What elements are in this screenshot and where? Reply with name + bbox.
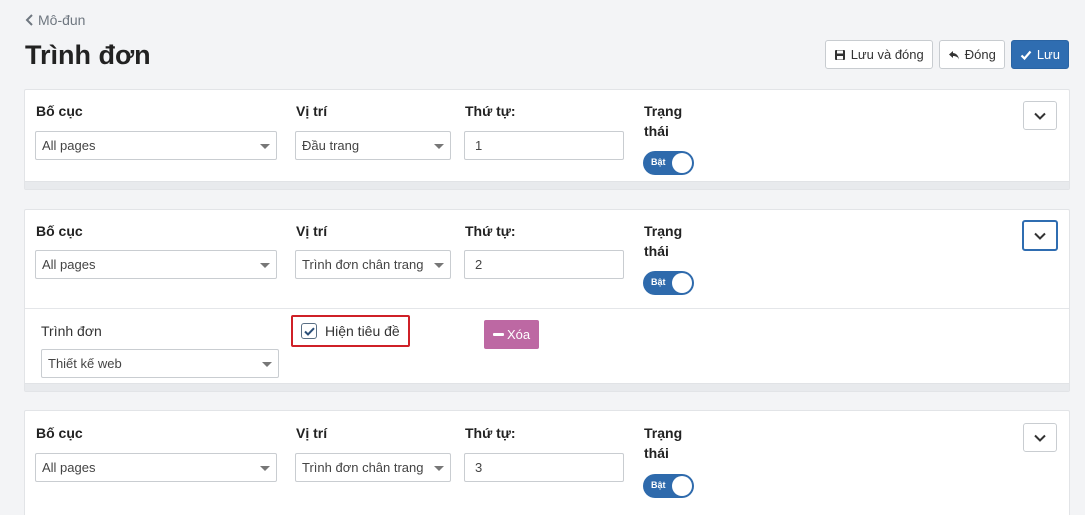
save-and-close-button[interactable]: Lưu và đóng <box>824 40 933 69</box>
order-input[interactable]: 1 <box>464 131 624 160</box>
panel-footer <box>25 383 1069 391</box>
panel-divider <box>25 308 1069 309</box>
order-input-value: 1 <box>475 138 483 153</box>
status-label-line1: Trạng <box>644 425 683 441</box>
status-label-line2: thái <box>644 243 669 259</box>
save-label: Lưu <box>1036 47 1060 62</box>
chevron-down-icon <box>1034 434 1046 442</box>
delete-label: Xóa <box>507 327 531 342</box>
show-title-label: Hiện tiêu đề <box>325 323 400 339</box>
chevron-down-icon <box>1034 232 1046 240</box>
panel-footer <box>25 181 1069 189</box>
status-toggle-label: Bật <box>651 480 666 490</box>
show-title-checkbox[interactable]: Hiện tiêu đề <box>291 315 410 347</box>
caret-down-icon <box>434 263 444 268</box>
toggle-knob <box>672 273 692 293</box>
delete-button[interactable]: Xóa <box>484 320 540 349</box>
layout-select[interactable]: All pages <box>35 131 277 160</box>
menu-label: Trình đơn <box>41 323 102 339</box>
position-select-value: Đầu trang <box>302 138 360 153</box>
collapse-button[interactable] <box>1022 220 1058 251</box>
position-label: Vị trí <box>296 223 328 239</box>
close-button[interactable]: Đóng <box>938 40 1005 69</box>
caret-down-icon <box>260 263 270 268</box>
module-assignment-panel-2: Bố cục All pages Vị trí Trình đơn chân t… <box>24 209 1070 392</box>
toolbar: Lưu và đóng Đóng Lưu <box>824 40 1069 69</box>
layout-select[interactable]: All pages <box>35 250 277 279</box>
expand-button[interactable] <box>1023 423 1057 452</box>
layout-select-value: All pages <box>42 257 96 272</box>
check-icon <box>1020 50 1032 60</box>
order-input-value: 3 <box>475 460 483 475</box>
layout-label: Bố cục <box>36 425 83 441</box>
order-input-value: 2 <box>475 257 483 272</box>
layout-select-value: All pages <box>42 138 96 153</box>
reply-arrow-icon <box>948 50 959 59</box>
chevron-left-icon <box>25 14 33 26</box>
minus-icon <box>493 333 504 336</box>
caret-down-icon <box>434 466 444 471</box>
caret-down-icon <box>260 466 270 471</box>
order-label: Thứ tự: <box>465 103 516 119</box>
toggle-knob <box>672 476 692 496</box>
floppy-disk-icon <box>834 49 845 60</box>
order-label: Thứ tự: <box>465 223 516 239</box>
status-label-line1: Trạng <box>644 223 683 239</box>
layout-label: Bố cục <box>36 103 83 119</box>
caret-down-icon <box>434 144 444 149</box>
module-assignment-panel-3: Bố cục All pages Vị trí Trình đơn chân t… <box>24 410 1070 515</box>
status-toggle[interactable]: Bật <box>643 151 694 175</box>
status-toggle[interactable]: Bật <box>643 271 694 295</box>
save-and-close-label: Lưu và đóng <box>850 47 924 62</box>
status-label-line1: Trạng <box>644 103 683 119</box>
status-label-line2: thái <box>644 123 669 139</box>
back-link-label: Mô-đun <box>38 12 86 28</box>
save-button[interactable]: Lưu <box>1010 40 1069 69</box>
toggle-knob <box>672 153 692 173</box>
layout-label: Bố cục <box>36 223 83 239</box>
position-select-value: Trình đơn chân trang <box>302 257 424 272</box>
order-input[interactable]: 2 <box>464 250 624 279</box>
chevron-down-icon <box>1034 112 1046 120</box>
menu-select-value: Thiết kế web <box>48 356 122 371</box>
status-toggle-label: Bật <box>651 277 666 287</box>
layout-select-value: All pages <box>42 460 96 475</box>
status-toggle[interactable]: Bật <box>643 474 694 498</box>
position-select[interactable]: Trình đơn chân trang <box>295 453 451 482</box>
position-select[interactable]: Đầu trang <box>295 131 451 160</box>
layout-select[interactable]: All pages <box>35 453 277 482</box>
module-assignment-panel-1: Bố cục All pages Vị trí Đầu trang Thứ tự… <box>24 89 1070 190</box>
caret-down-icon <box>260 144 270 149</box>
position-label: Vị trí <box>296 103 328 119</box>
back-to-modules-link[interactable]: Mô-đun <box>25 12 85 28</box>
order-label: Thứ tự: <box>465 425 516 441</box>
position-select[interactable]: Trình đơn chân trang <box>295 250 451 279</box>
status-toggle-label: Bật <box>651 157 666 167</box>
position-label: Vị trí <box>296 425 328 441</box>
status-label-line2: thái <box>644 445 669 461</box>
caret-down-icon <box>262 362 272 367</box>
order-input[interactable]: 3 <box>464 453 624 482</box>
close-label: Đóng <box>964 47 996 62</box>
page-title: Trình đơn <box>25 40 151 70</box>
menu-select[interactable]: Thiết kế web <box>41 349 279 378</box>
expand-button[interactable] <box>1023 101 1057 130</box>
checkbox-checked-icon <box>301 323 317 339</box>
position-select-value: Trình đơn chân trang <box>302 460 424 475</box>
